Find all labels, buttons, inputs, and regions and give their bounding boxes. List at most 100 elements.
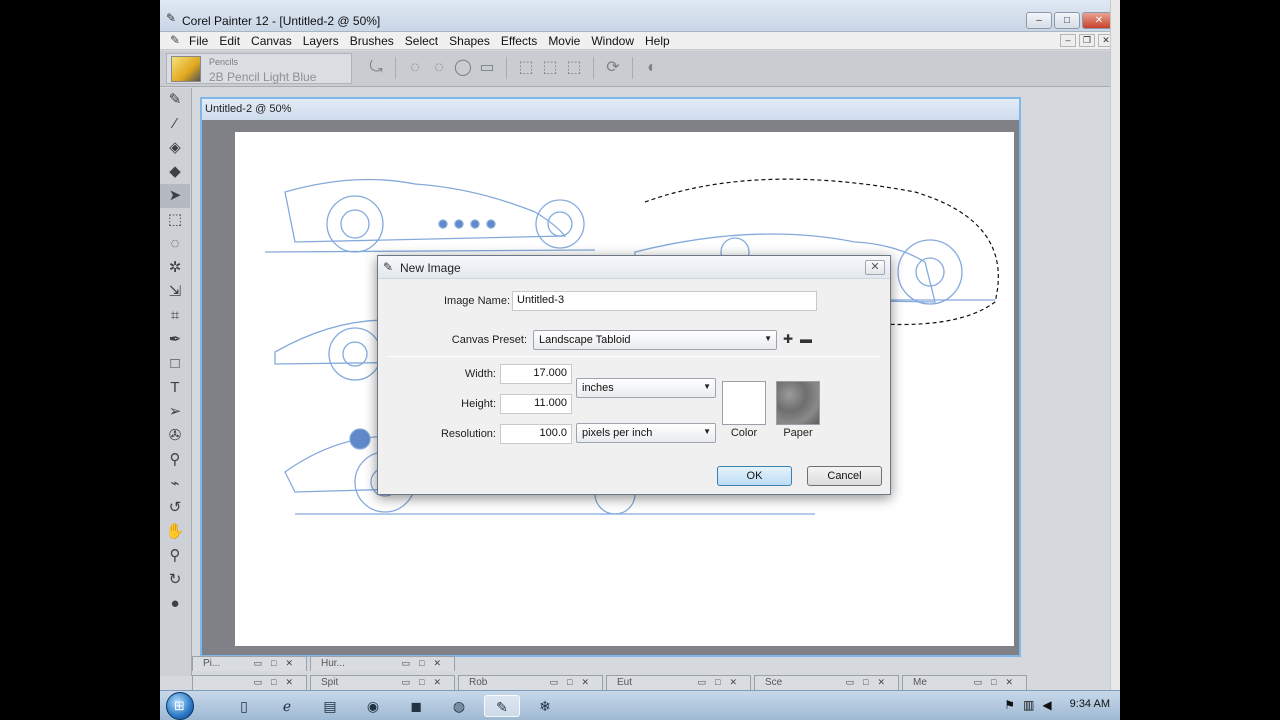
rectangle-tool-icon[interactable]: □ bbox=[160, 352, 190, 376]
minimized-window[interactable]: Rob ▭□✕ bbox=[458, 675, 603, 690]
doc-minimize-button[interactable]: – bbox=[1060, 34, 1076, 47]
minimized-window-controls[interactable]: ▭□✕ bbox=[254, 658, 302, 669]
painter-icon: ✎ bbox=[383, 260, 394, 274]
menu-brushes[interactable]: Brushes bbox=[350, 34, 394, 48]
firefox-icon[interactable]: ◍ bbox=[441, 695, 477, 717]
rubber-stamp-icon[interactable]: ⚲ bbox=[160, 448, 190, 472]
cancel-button[interactable]: Cancel bbox=[807, 466, 882, 486]
ok-button[interactable]: OK bbox=[717, 466, 792, 486]
dialog-close-button[interactable]: ✕ bbox=[865, 260, 885, 275]
remove-preset-icon[interactable]: ▬ bbox=[800, 332, 812, 346]
vertical-scrollbar[interactable] bbox=[1110, 0, 1120, 720]
explorer-icon[interactable]: ▯ bbox=[226, 695, 262, 717]
doc-restore-button[interactable]: ❐ bbox=[1079, 34, 1095, 47]
text-tool-icon[interactable]: T bbox=[160, 376, 190, 400]
title-bar: ✎ Corel Painter 12 - [Untitled-2 @ 50%] … bbox=[160, 0, 1120, 32]
rect-select-icon[interactable]: ⬚ bbox=[160, 208, 190, 232]
menu-effects[interactable]: Effects bbox=[501, 34, 537, 48]
minimized-window-controls[interactable]: ▭□✕ bbox=[974, 677, 1022, 688]
eraser-tool-icon[interactable]: ◆ bbox=[160, 160, 190, 184]
menu-canvas[interactable]: Canvas bbox=[251, 34, 292, 48]
transform-icon[interactable]: ⬚ bbox=[515, 57, 537, 79]
cloner-tool-icon[interactable]: ✇ bbox=[160, 424, 190, 448]
menu-edit[interactable]: Edit bbox=[219, 34, 240, 48]
image-name-input[interactable]: Untitled-3 bbox=[512, 291, 817, 311]
menu-shapes[interactable]: Shapes bbox=[449, 34, 490, 48]
menu-help[interactable]: Help bbox=[645, 34, 670, 48]
canvas-preset-select[interactable]: Landscape Tabloid ▼ bbox=[533, 330, 777, 350]
height-input[interactable]: 11.000 bbox=[500, 394, 572, 414]
canvas-preset-label: Canvas Preset: bbox=[451, 334, 527, 346]
width-input[interactable]: 17.000 bbox=[500, 364, 572, 384]
minimized-window-controls[interactable]: ▭□✕ bbox=[698, 677, 746, 688]
mirror-paint-icon[interactable]: ↺ bbox=[160, 496, 190, 520]
main-color-icon[interactable]: ● bbox=[160, 592, 190, 616]
divider bbox=[395, 57, 396, 79]
volume-icon[interactable]: ◀ bbox=[1042, 698, 1051, 712]
ie-icon[interactable]: ℯ bbox=[269, 695, 305, 717]
minimized-window[interactable]: Pi... ▭□✕ bbox=[192, 656, 307, 671]
system-tray: ⚑ ▥ ◀ 9:34 AM bbox=[1004, 698, 1110, 712]
minimized-window-controls[interactable]: ▭□✕ bbox=[846, 677, 894, 688]
magnifier-icon[interactable]: ⚲ bbox=[160, 544, 190, 568]
menu-movie[interactable]: Movie bbox=[548, 34, 580, 48]
menu-layers[interactable]: Layers bbox=[303, 34, 339, 48]
minimized-window-controls[interactable]: ▭□✕ bbox=[402, 677, 450, 688]
menu-window[interactable]: Window bbox=[591, 34, 634, 48]
dodge-tool-icon[interactable]: ⌁ bbox=[160, 472, 190, 496]
lasso-select-icon[interactable]: ◌ bbox=[160, 232, 190, 256]
magic-wand-icon[interactable]: ✲ bbox=[160, 256, 190, 280]
property-bar: Pencils 2B Pencil Light Blue ⤿ ◌ ◌ ◯ ▭ ⬚… bbox=[160, 51, 1120, 87]
minimized-window[interactable]: Hur... ▭□✕ bbox=[310, 656, 455, 671]
grabber-hand-icon[interactable]: ✋ bbox=[160, 520, 190, 544]
minimized-window-controls[interactable]: ▭□✕ bbox=[550, 677, 598, 688]
document-title: Untitled-2 @ 50% bbox=[205, 103, 292, 115]
snowflake-icon[interactable]: ❄ bbox=[527, 695, 563, 717]
rotate-page-icon[interactable]: ↻ bbox=[160, 568, 190, 592]
selection-adjuster-icon[interactable]: ⇲ bbox=[160, 280, 190, 304]
menu-select[interactable]: Select bbox=[405, 34, 438, 48]
skew-icon[interactable]: ⬚ bbox=[563, 57, 585, 79]
action-center-icon[interactable]: ⚑ bbox=[1004, 698, 1015, 712]
painter-icon[interactable]: ✎ bbox=[484, 695, 520, 717]
crop-tool-icon[interactable]: ⌗ bbox=[160, 304, 190, 328]
minimize-button[interactable]: ‒ bbox=[1026, 12, 1052, 29]
brush-selector[interactable]: Pencils 2B Pencil Light Blue bbox=[166, 53, 352, 84]
menu-file[interactable]: File bbox=[189, 34, 208, 48]
scale-icon[interactable]: ⬚ bbox=[539, 57, 561, 79]
minimized-window[interactable]: Sce ▭□✕ bbox=[754, 675, 899, 690]
dropper-tool-icon[interactable]: ⁄ bbox=[160, 112, 190, 136]
brush-tool-icon[interactable]: ✎ bbox=[160, 88, 190, 112]
select-add-icon[interactable]: ◌ bbox=[428, 57, 450, 79]
chrome-icon[interactable]: ◉ bbox=[355, 695, 391, 717]
minimized-window[interactable]: ▭□✕ bbox=[192, 675, 307, 690]
maximize-button[interactable]: □ bbox=[1054, 12, 1080, 29]
paint-bucket-icon[interactable]: ◈ bbox=[160, 136, 190, 160]
resolution-input[interactable]: 100.0 bbox=[500, 424, 572, 444]
minimized-window-controls[interactable]: ▭□✕ bbox=[402, 658, 450, 669]
minimized-window-controls[interactable]: ▭□✕ bbox=[254, 677, 302, 688]
app-cube-icon[interactable]: ◼ bbox=[398, 695, 434, 717]
select-intersect-icon[interactable]: ▭ bbox=[476, 57, 498, 79]
mirror-icon[interactable]: ◐ bbox=[641, 57, 663, 79]
folder-icon[interactable]: ▤ bbox=[312, 695, 348, 717]
minimized-window[interactable]: Me ▭□✕ bbox=[902, 675, 1027, 690]
shape-selection-icon[interactable]: ➢ bbox=[160, 400, 190, 424]
color-swatch[interactable] bbox=[722, 381, 766, 425]
lasso-tool-icon[interactable]: ⤿ bbox=[365, 57, 387, 79]
size-unit-select[interactable]: inches ▼ bbox=[576, 378, 716, 398]
paper-swatch[interactable] bbox=[776, 381, 820, 425]
rotate-icon[interactable]: ⟳ bbox=[602, 57, 624, 79]
network-icon[interactable]: ▥ bbox=[1023, 698, 1034, 712]
pen-tool-icon[interactable]: ✒ bbox=[160, 328, 190, 352]
minimized-window[interactable]: Spit ▭□✕ bbox=[310, 675, 455, 690]
add-preset-icon[interactable]: ✚ bbox=[783, 332, 793, 346]
resolution-unit-select[interactable]: pixels per inch ▼ bbox=[576, 423, 716, 443]
minimized-window[interactable]: Eut ▭□✕ bbox=[606, 675, 751, 690]
document-menu-icon[interactable]: ✎ bbox=[170, 33, 180, 47]
layer-adjuster-icon[interactable]: ➤ bbox=[160, 184, 190, 208]
clock[interactable]: 9:34 AM bbox=[1070, 698, 1110, 712]
select-new-icon[interactable]: ◌ bbox=[404, 57, 426, 79]
start-button[interactable]: ⊞ bbox=[166, 692, 194, 720]
select-subtract-icon[interactable]: ◯ bbox=[452, 57, 474, 79]
